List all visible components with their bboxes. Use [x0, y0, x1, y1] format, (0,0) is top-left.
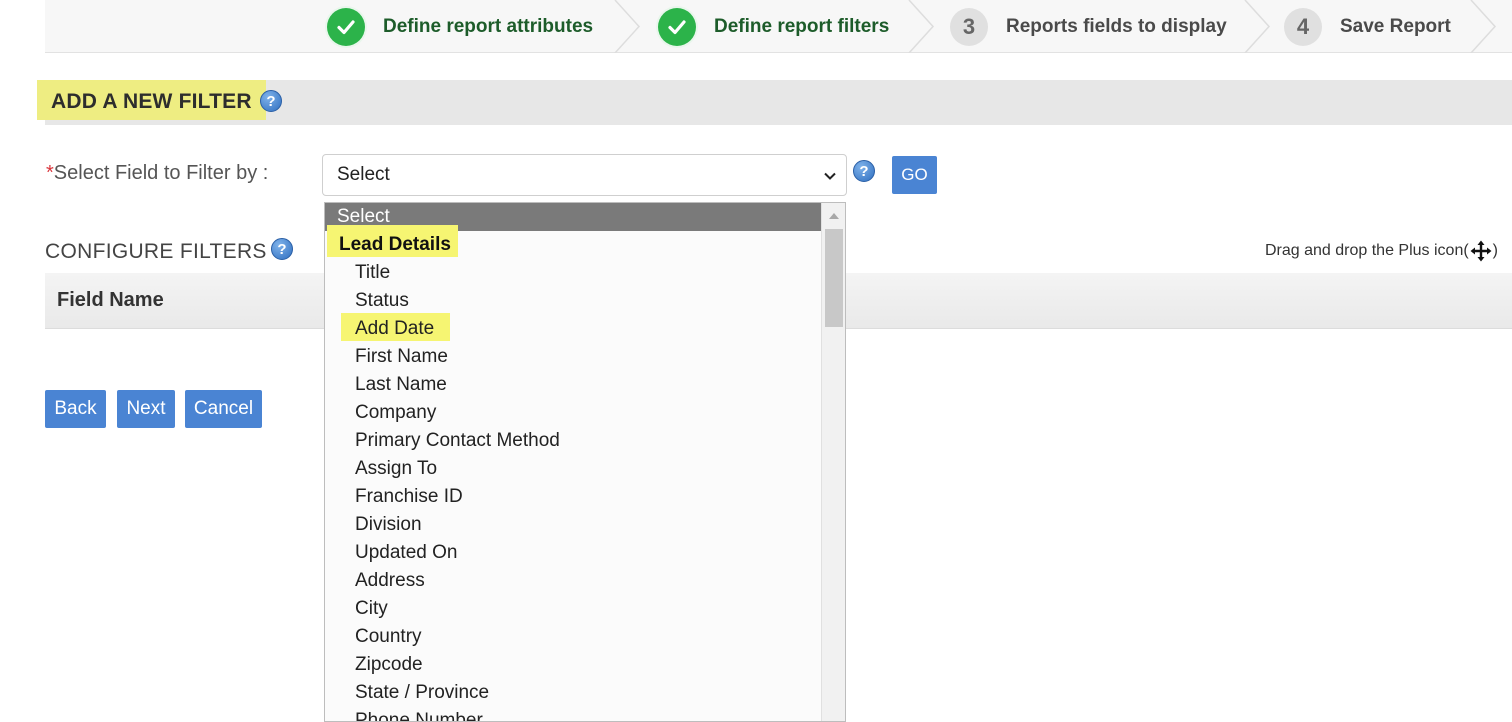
cancel-button[interactable]: Cancel: [185, 390, 262, 428]
scroll-up-arrow-icon[interactable]: [829, 212, 839, 219]
dropdown-option[interactable]: Division: [355, 514, 422, 536]
step-divider: [1470, 0, 1497, 53]
dropdown-option[interactable]: Franchise ID: [355, 486, 463, 508]
chevron-down-icon: [824, 172, 836, 180]
wizard-step-label: Reports fields to display: [1006, 15, 1227, 37]
dropdown-option[interactable]: Add Date: [355, 318, 434, 340]
back-button[interactable]: Back: [45, 390, 106, 428]
wizard-step-4[interactable]: 4 Save Report: [1284, 0, 1451, 53]
go-button[interactable]: GO: [892, 156, 937, 194]
check-circle-icon: [658, 7, 696, 46]
question-circle-icon[interactable]: ?: [271, 238, 293, 260]
configure-filters-title: CONFIGURE FILTERS: [45, 240, 267, 263]
drag-drop-hint: Drag and drop the Plus icon(): [1265, 240, 1498, 262]
report-wizard-steps: Define report attributes Define report f…: [45, 0, 1512, 53]
dropdown-scrollbar[interactable]: [821, 203, 845, 721]
dropdown-optgroup-lead-details: Lead Details: [339, 234, 451, 255]
dropdown-option[interactable]: Assign To: [355, 458, 437, 480]
next-button[interactable]: Next: [117, 390, 175, 428]
column-field-name: Field Name: [57, 289, 164, 311]
dropdown-option[interactable]: Company: [355, 402, 436, 424]
step-divider: [614, 0, 641, 53]
scrollbar-thumb[interactable]: [825, 229, 843, 327]
dropdown-option[interactable]: Status: [355, 290, 409, 312]
wizard-step-1[interactable]: Define report attributes: [327, 0, 593, 53]
filter-field-label: *Select Field to Filter by :: [46, 162, 268, 185]
dropdown-option[interactable]: Country: [355, 626, 422, 648]
move-arrows-icon: [1470, 240, 1492, 262]
wizard-step-2[interactable]: Define report filters: [658, 0, 889, 53]
select-value: Select: [337, 164, 390, 185]
dropdown-option[interactable]: Updated On: [355, 542, 457, 564]
step-number-badge: 3: [950, 7, 988, 46]
step-divider: [908, 0, 935, 53]
required-marker: *: [46, 162, 54, 184]
wizard-step-label: Define report attributes: [383, 15, 594, 37]
dropdown-option[interactable]: Address: [355, 570, 425, 592]
dropdown-option[interactable]: State / Province: [355, 682, 489, 704]
wizard-step-3[interactable]: 3 Reports fields to display: [950, 0, 1227, 53]
wizard-step-label: Save Report: [1340, 15, 1451, 37]
check-circle-icon: [327, 7, 365, 46]
dropdown-option[interactable]: Zipcode: [355, 654, 423, 676]
question-circle-icon[interactable]: ?: [260, 90, 282, 112]
step-divider: [1244, 0, 1271, 53]
dropdown-option[interactable]: Primary Contact Method: [355, 430, 560, 452]
filter-field-select[interactable]: Select: [322, 154, 847, 196]
step-number-badge: 4: [1284, 7, 1322, 46]
dropdown-option[interactable]: City: [355, 598, 388, 620]
dropdown-option[interactable]: First Name: [355, 346, 448, 368]
dropdown-option[interactable]: Title: [355, 262, 390, 284]
wizard-step-label: Define report filters: [714, 15, 890, 37]
filter-field-dropdown-list[interactable]: Select Lead Details Title Status Add Dat…: [324, 202, 846, 722]
add-filter-title: ADD A NEW FILTER: [51, 90, 252, 113]
dropdown-option[interactable]: Last Name: [355, 374, 447, 396]
dropdown-option[interactable]: Phone Number: [355, 710, 483, 721]
filter-field-label-text: Select Field to Filter by :: [53, 162, 269, 184]
drag-hint-suffix: ): [1492, 242, 1498, 260]
question-circle-icon[interactable]: ?: [853, 160, 875, 182]
drag-hint-prefix: Drag and drop the Plus icon(: [1265, 242, 1469, 260]
